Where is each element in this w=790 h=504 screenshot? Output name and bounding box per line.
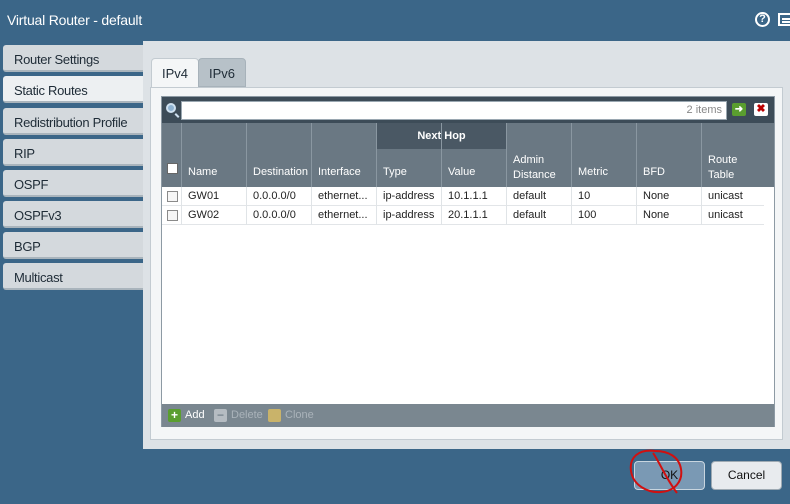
column-header-bfd[interactable]: BFD (636, 123, 701, 187)
tab-ipv4[interactable]: IPv4 (151, 58, 200, 88)
table-header: Name Destination Interface Next Hop Type… (162, 123, 774, 187)
clone-icon (268, 409, 281, 422)
panel-icon[interactable] (778, 13, 790, 26)
cell-route-table: unicast (701, 187, 764, 206)
delete-icon: − (214, 409, 227, 422)
cell-name[interactable]: GW01 (181, 187, 246, 206)
cell-route-table: unicast (701, 206, 764, 225)
row-checkbox[interactable] (167, 210, 178, 221)
cell-interface: ethernet... (311, 187, 376, 206)
item-count: 2 items (686, 104, 722, 116)
column-header-destination[interactable]: Destination (246, 123, 311, 187)
cell-name[interactable]: GW02 (181, 206, 246, 225)
table-row[interactable]: GW01 0.0.0.0/0 ethernet... ip-address 10… (162, 187, 764, 206)
cell-value: 20.1.1.1 (441, 206, 506, 225)
add-icon: + (168, 409, 181, 422)
cell-admin-distance: default (506, 206, 571, 225)
row-checkbox[interactable] (167, 191, 178, 202)
sidebar-item-redistribution-profile[interactable]: Redistribution Profile (3, 108, 143, 135)
filter-input[interactable]: 2 items (181, 101, 727, 120)
column-header-interface[interactable]: Interface (311, 123, 376, 187)
help-icon[interactable]: ? (755, 12, 770, 27)
cell-metric: 10 (571, 187, 636, 206)
dialog-footer: OK Cancel (143, 449, 790, 504)
column-header-admin-distance[interactable]: Admin Distance (506, 123, 571, 187)
column-header-type[interactable]: Type (376, 123, 441, 187)
window-titlebar: Virtual Router - default ? (0, 0, 790, 41)
column-header-metric[interactable]: Metric (571, 123, 636, 187)
filter-bar: 2 items ➜ ✖ (162, 97, 774, 123)
ok-button[interactable]: OK (634, 461, 705, 490)
tab-content: 2 items ➜ ✖ Name Destination Interface N… (150, 87, 783, 440)
sidebar-item-ospf[interactable]: OSPF (3, 170, 143, 197)
static-routes-grid: 2 items ➜ ✖ Name Destination Interface N… (161, 96, 775, 427)
cell-value: 10.1.1.1 (441, 187, 506, 206)
sidebar-item-multicast[interactable]: Multicast (3, 263, 143, 290)
window-title: Virtual Router - default (7, 12, 143, 28)
cancel-button[interactable]: Cancel (711, 461, 782, 490)
sidebar-item-rip[interactable]: RIP (3, 139, 143, 166)
cell-type: ip-address (376, 206, 441, 225)
search-icon (166, 103, 176, 113)
column-header-name[interactable]: Name (181, 123, 246, 187)
cell-bfd: None (636, 187, 701, 206)
cell-bfd: None (636, 206, 701, 225)
main-panel: IPv4 IPv6 2 items ➜ ✖ Name Destination I… (143, 41, 790, 449)
cell-admin-distance: default (506, 187, 571, 206)
column-header-route-table[interactable]: Route Table (701, 123, 774, 187)
sidebar-item-ospfv3[interactable]: OSPFv3 (3, 201, 143, 228)
select-all-checkbox[interactable] (167, 163, 178, 174)
cell-metric: 100 (571, 206, 636, 225)
cell-destination: 0.0.0.0/0 (246, 187, 311, 206)
column-header-value[interactable]: Value (441, 123, 506, 187)
sidebar-item-static-routes[interactable]: Static Routes (3, 76, 144, 103)
sidebar-item-router-settings[interactable]: Router Settings (3, 45, 143, 72)
table-row[interactable]: GW02 0.0.0.0/0 ethernet... ip-address 20… (162, 206, 764, 225)
cell-destination: 0.0.0.0/0 (246, 206, 311, 225)
sidebar-item-bgp[interactable]: BGP (3, 232, 143, 259)
clear-filter-icon[interactable]: ✖ (754, 103, 768, 116)
apply-filter-icon[interactable]: ➜ (732, 103, 746, 116)
cell-type: ip-address (376, 187, 441, 206)
tab-ipv6[interactable]: IPv6 (198, 58, 247, 87)
grid-toolbar: + Add − Delete Clone (162, 404, 774, 427)
cell-interface: ethernet... (311, 206, 376, 225)
